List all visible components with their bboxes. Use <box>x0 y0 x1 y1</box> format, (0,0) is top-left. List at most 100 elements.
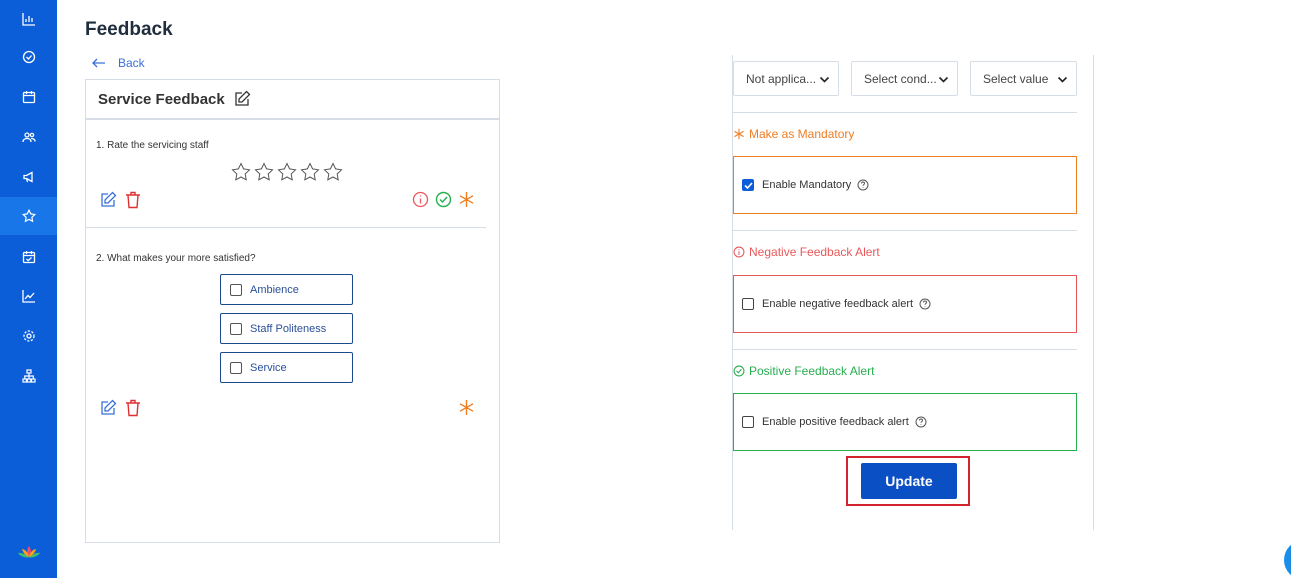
positive-alert-box: Enable positive feedback alert <box>733 393 1077 451</box>
enable-negative-alert-label: Enable negative feedback alert <box>762 298 914 310</box>
mandatory-flag[interactable] <box>458 399 475 421</box>
edit-icon <box>235 90 251 106</box>
question-2-flags <box>458 399 475 421</box>
edit-question-2-button[interactable] <box>99 399 117 417</box>
arrow-left-icon <box>92 58 105 68</box>
option-checkbox[interactable] <box>230 322 242 335</box>
question-2-actions <box>99 399 141 417</box>
section-divider <box>733 230 1077 231</box>
option-label: Ambience <box>250 283 299 296</box>
calendar-check-icon <box>22 251 35 264</box>
back-link-label: Back <box>118 56 145 70</box>
back-link[interactable]: Back <box>92 56 145 70</box>
edit-icon <box>101 399 117 415</box>
sidebar-item-schedule[interactable] <box>0 238 57 276</box>
option-label: Service <box>250 361 287 374</box>
enable-positive-alert-checkbox[interactable] <box>742 416 754 428</box>
chat-widget-button[interactable] <box>1284 540 1291 580</box>
select-value: Select value <box>983 71 1049 86</box>
question-2-text: 2. What makes your more satisfied? <box>96 253 256 264</box>
check-circle-icon <box>733 365 745 377</box>
delete-question-2-button[interactable] <box>125 399 141 417</box>
option-service[interactable]: Service <box>220 352 353 383</box>
select-value: Select cond... <box>864 71 937 86</box>
sidebar-item-users[interactable] <box>0 118 57 156</box>
star-icon <box>21 209 36 223</box>
edit-icon <box>101 191 117 207</box>
info-circle-icon <box>733 246 745 258</box>
option-checkbox[interactable] <box>230 283 242 296</box>
settings-icon <box>22 330 35 342</box>
mandatory-title-text: Make as Mandatory <box>749 127 855 141</box>
rating-star-4[interactable] <box>300 162 320 182</box>
select-value: Not applica... <box>746 71 817 86</box>
enable-positive-alert-label: Enable positive feedback alert <box>762 416 909 428</box>
negative-title-text: Negative Feedback Alert <box>749 245 880 259</box>
chevron-down-icon <box>1057 76 1068 83</box>
checkmark-icon <box>743 181 753 189</box>
rating-star-2[interactable] <box>254 162 274 182</box>
rating-star-5[interactable] <box>323 162 343 182</box>
form-title: Service Feedback <box>98 90 225 108</box>
update-button[interactable]: Update <box>861 463 957 499</box>
option-staff-politeness[interactable]: Staff Politeness <box>220 313 353 344</box>
star-outline-icon <box>254 162 274 181</box>
trash-icon <box>126 399 140 417</box>
negative-alert-flag[interactable] <box>412 191 429 213</box>
chevron-down-icon <box>938 76 949 83</box>
edit-form-title-button[interactable] <box>233 90 251 108</box>
section-divider <box>733 112 1077 113</box>
delete-question-1-button[interactable] <box>125 191 141 209</box>
asterisk-icon <box>459 192 474 207</box>
negative-alert-box: Enable negative feedback alert <box>733 275 1077 333</box>
option-checkbox[interactable] <box>230 361 242 374</box>
rating-star-1[interactable] <box>231 162 251 182</box>
sidebar-item-reports[interactable] <box>0 277 57 315</box>
question-1-text: 1. Rate the servicing staff <box>96 140 209 151</box>
rating-stars <box>231 162 343 182</box>
mandatory-flag[interactable] <box>458 191 475 213</box>
megaphone-icon <box>22 171 33 183</box>
calendar-icon <box>22 91 35 104</box>
positive-help-button[interactable] <box>915 416 927 428</box>
sidebar-item-feedback[interactable] <box>0 197 57 235</box>
sidebar-item-calendar[interactable] <box>0 78 57 116</box>
negative-help-button[interactable] <box>919 298 931 310</box>
info-circle-icon <box>412 191 429 208</box>
asterisk-icon <box>459 400 474 415</box>
chevron-down-icon <box>819 76 830 83</box>
sidebar-item-campaigns[interactable] <box>0 158 57 196</box>
star-outline-icon <box>300 162 320 181</box>
sidebar-item-tasks[interactable] <box>0 38 57 76</box>
option-ambience[interactable]: Ambience <box>220 274 353 305</box>
question-1-actions <box>99 191 141 209</box>
trend-icon <box>21 290 35 303</box>
sidebar <box>0 0 57 578</box>
rating-star-3[interactable] <box>277 162 297 182</box>
check-circle-icon <box>22 50 35 64</box>
star-outline-icon <box>231 162 251 181</box>
sidebar-item-dashboard[interactable] <box>0 0 57 38</box>
value-select[interactable]: Select value <box>970 61 1077 96</box>
positive-alert-flag[interactable] <box>435 191 452 213</box>
positive-section-title: Positive Feedback Alert <box>733 364 874 378</box>
panel-right-border <box>1093 55 1094 530</box>
enable-mandatory-label: Enable Mandatory <box>762 179 852 191</box>
bar-chart-icon <box>21 13 35 26</box>
sidebar-item-settings[interactable] <box>0 317 57 355</box>
edit-question-1-button[interactable] <box>99 191 117 209</box>
mandatory-help-button[interactable] <box>857 179 869 191</box>
sidebar-item-hierarchy[interactable] <box>0 357 57 395</box>
applicability-select[interactable]: Not applica... <box>733 61 839 96</box>
help-circle-icon <box>857 179 869 191</box>
enable-mandatory-checkbox[interactable] <box>742 179 754 191</box>
brand-logo <box>0 533 57 571</box>
sitemap-icon <box>21 369 36 383</box>
help-circle-icon <box>919 298 931 310</box>
condition-select[interactable]: Select cond... <box>851 61 958 96</box>
help-circle-icon <box>915 416 927 428</box>
star-outline-icon <box>277 162 297 181</box>
enable-negative-alert-checkbox[interactable] <box>742 298 754 310</box>
check-circle-icon <box>435 191 452 208</box>
negative-section-title: Negative Feedback Alert <box>733 245 880 259</box>
